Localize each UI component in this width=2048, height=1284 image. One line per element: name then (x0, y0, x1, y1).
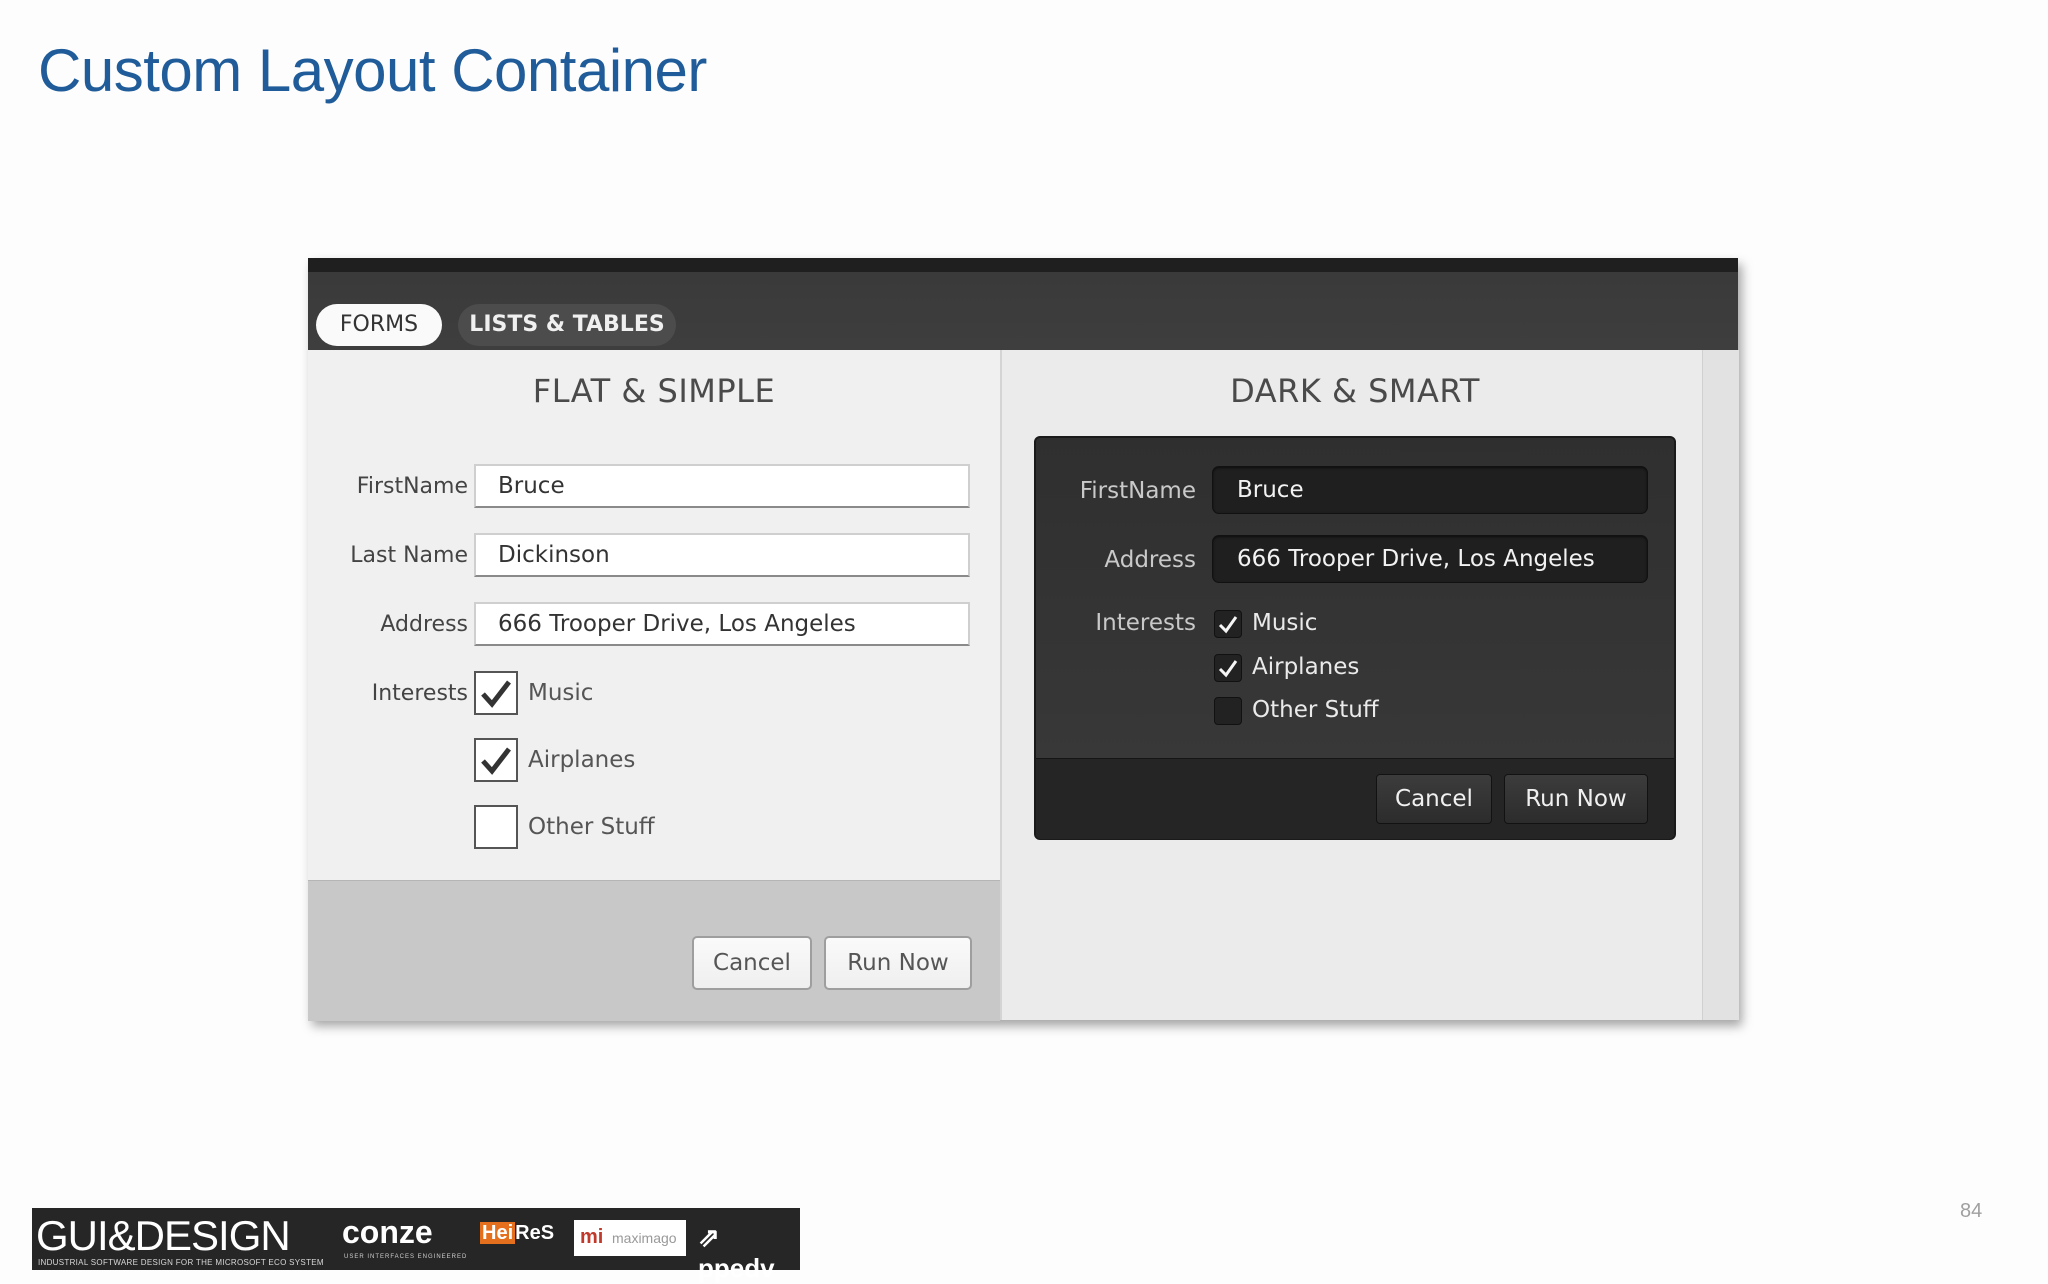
dark-other-stuff-label: Other Stuff (1252, 697, 1379, 723)
sponsor-logo-strip: GUI&DESIGN INDUSTRIAL SOFTWARE DESIGN FO… (32, 1208, 800, 1283)
page-number: 84 (1960, 1200, 1983, 1222)
heires-res-text: ReS (515, 1222, 555, 1244)
flat-music-label: Music (528, 680, 594, 706)
checkmark-icon (1218, 660, 1238, 678)
checkmark-icon (1218, 616, 1238, 634)
tab-lists-tables[interactable]: LISTS & TABLES (458, 304, 676, 346)
dark-firstname-input[interactable]: Bruce (1212, 466, 1648, 514)
ppedv-text: ppedv (698, 1253, 775, 1283)
flat-firstname-label: FirstName (356, 474, 468, 499)
tab-forms[interactable]: FORMS (316, 304, 442, 346)
dark-address-label: Address (1104, 547, 1196, 573)
dark-airplanes-label: Airplanes (1252, 654, 1360, 680)
dark-address-input[interactable]: 666 Trooper Drive, Los Angeles (1212, 535, 1648, 583)
maximago-logo: mi maximago (574, 1220, 686, 1256)
dark-music-checkbox[interactable] (1214, 610, 1242, 638)
flat-address-input[interactable]: 666 Trooper Drive, Los Angeles (474, 602, 970, 646)
gui-design-tagline: INDUSTRIAL SOFTWARE DESIGN FOR THE MICRO… (38, 1258, 324, 1267)
dark-airplanes-checkbox[interactable] (1214, 654, 1242, 682)
dark-cancel-button[interactable]: Cancel (1376, 774, 1492, 824)
conze-tagline: USER INTERFACES ENGINEERED (344, 1254, 468, 1260)
flat-address-label: Address (380, 612, 468, 637)
app-tab-bar: FORMS LISTS & TABLES (308, 258, 1738, 350)
checkmark-icon (481, 747, 511, 775)
flat-lastname-input[interactable]: Dickinson (474, 533, 970, 577)
dark-form-card: FirstName Bruce Address 666 Trooper Driv… (1034, 436, 1676, 840)
flat-interests-label: Interests (371, 681, 468, 706)
dark-interests-label: Interests (1095, 610, 1196, 636)
flat-simple-panel: FLAT & SIMPLE FirstName Bruce Last Name … (308, 350, 1002, 1021)
flat-airplanes-checkbox[interactable] (474, 738, 518, 782)
dark-smart-panel: DARK & SMART FirstName Bruce Address 666… (1002, 350, 1702, 1020)
flat-panel-heading: FLAT & SIMPLE (532, 372, 776, 410)
flat-run-now-button[interactable]: Run Now (824, 936, 972, 990)
heires-logo: Hei ReS (478, 1222, 556, 1246)
heires-hei-text: Hei (480, 1222, 516, 1244)
slide-title: Custom Layout Container (38, 37, 707, 104)
dark-other-stuff-checkbox[interactable] (1214, 697, 1242, 725)
flat-other-stuff-label: Other Stuff (528, 814, 655, 840)
dark-run-now-button[interactable]: Run Now (1504, 774, 1648, 824)
maximago-mark: mi (580, 1226, 604, 1248)
conze-logo: conze (342, 1214, 433, 1250)
external-arrow-icon: ⇗ (698, 1222, 720, 1252)
app-window: FORMS LISTS & TABLES FLAT & SIMPLE First… (308, 258, 1739, 1021)
flat-other-stuff-checkbox[interactable] (474, 805, 518, 849)
gui-design-logo: GUI&DESIGN (36, 1212, 291, 1259)
flat-cancel-button[interactable]: Cancel (692, 936, 812, 990)
flat-lastname-label: Last Name (350, 543, 468, 568)
flat-firstname-input[interactable]: Bruce (474, 464, 970, 508)
checkmark-icon (481, 680, 511, 708)
flat-music-checkbox[interactable] (474, 671, 518, 715)
dark-panel-heading: DARK & SMART (1230, 372, 1480, 410)
dark-firstname-label: FirstName (1079, 478, 1196, 504)
flat-airplanes-label: Airplanes (528, 747, 636, 773)
maximago-name: maximago (612, 1230, 677, 1246)
dark-music-label: Music (1252, 610, 1318, 636)
ppedv-logo: ⇗ ppedv (698, 1222, 800, 1284)
right-scrollbar-track[interactable] (1702, 350, 1739, 1020)
